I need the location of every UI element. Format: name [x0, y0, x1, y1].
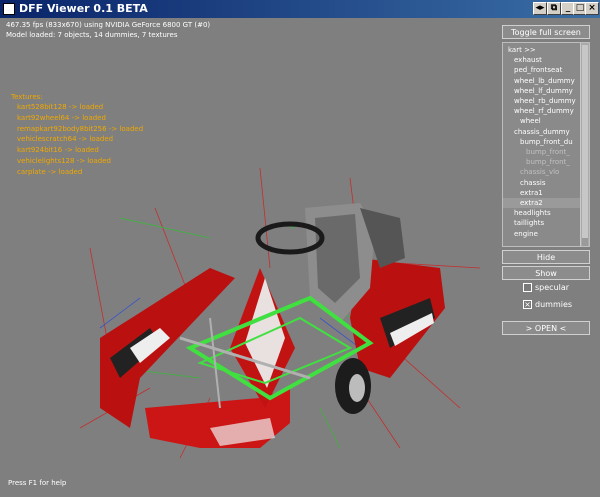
window-title: DFF Viewer 0.1 BETA — [19, 2, 148, 15]
kart-body — [100, 203, 445, 448]
textures-title: Textures: — [11, 93, 43, 101]
toggle-fullscreen-button[interactable]: Toggle full screen — [502, 25, 590, 39]
tree-item[interactable]: exhaust — [503, 55, 589, 65]
tree-item[interactable]: bump_front_ — [503, 157, 589, 167]
restore-icon[interactable]: ⧉ — [547, 2, 561, 15]
app-icon — [3, 3, 15, 15]
tree-item[interactable]: bump_front_ — [503, 147, 589, 157]
tree-scrollbar[interactable] — [580, 43, 589, 246]
tree-item[interactable]: extra2 — [503, 198, 589, 208]
dff-viewer-window: DFF Viewer 0.1 BETA ◂▸ ⧉ _ □ × 467.35 fp… — [0, 0, 600, 497]
scroll-down-icon[interactable] — [582, 238, 588, 246]
show-button[interactable]: Show — [502, 266, 590, 280]
kart-model-render — [79, 167, 480, 459]
open-button[interactable]: > OPEN < — [502, 321, 590, 335]
tree-item[interactable]: bump_front_du — [503, 137, 589, 147]
tree-item[interactable]: wheel_rb_dummy — [503, 96, 589, 106]
texture-entry: kart528bit128 -> loaded — [17, 103, 104, 111]
tree-item[interactable]: wheel_lf_dummy — [503, 86, 589, 96]
object-tree-items: kart >> exhaust ped_frontseat wheel_lb_dumm… — [503, 43, 589, 246]
tree-item[interactable]: headlights — [503, 208, 589, 218]
tree-scroll-thumb[interactable] — [582, 45, 588, 243]
resize-icon[interactable]: ◂▸ — [533, 2, 547, 15]
tree-item[interactable]: chassis_vlo — [503, 167, 589, 177]
fps-readout: 467.35 fps (833x670) using NVIDIA GeForc… — [6, 21, 211, 29]
dummies-label: dummies — [535, 300, 573, 309]
tree-item[interactable]: wheel — [503, 116, 589, 126]
texture-entry: vehiclescratch64 -> loaded — [17, 135, 114, 144]
texture-entry: kart92wheel64 -> loaded — [17, 113, 106, 122]
specular-checkbox[interactable] — [523, 283, 532, 292]
close-button[interactable]: × — [585, 2, 599, 15]
tree-item[interactable]: engine — [503, 229, 589, 239]
tree-item[interactable]: extra1 — [503, 188, 589, 198]
dummies-checkbox[interactable]: × — [523, 300, 532, 309]
texture-entry: remapkart92body8bit256 -> loaded — [17, 124, 144, 133]
tree-item[interactable]: wheel_lb_dummy — [503, 76, 589, 86]
tree-item[interactable]: kart >> — [503, 45, 584, 55]
model-status: Model loaded: 7 objects, 14 dummies, 7 t… — [6, 31, 178, 39]
tree-item[interactable]: ped_frontseat — [503, 65, 589, 75]
hide-button[interactable]: Hide — [502, 250, 590, 264]
object-tree[interactable]: kart >> exhaust ped_frontseat wheel_lb_dumm… — [502, 42, 590, 247]
specular-label: specular — [535, 283, 570, 292]
tree-item[interactable]: chassis_dummy — [503, 127, 589, 137]
tree-item[interactable]: chassis — [503, 178, 589, 188]
tree-item[interactable]: wheel_rf_dummy — [503, 106, 589, 116]
title-bar[interactable]: DFF Viewer 0.1 BETA ◂▸ ⧉ _ □ × — [0, 0, 600, 18]
tree-item[interactable]: taillights — [503, 218, 589, 228]
help-hint: Press F1 for help — [8, 479, 67, 487]
